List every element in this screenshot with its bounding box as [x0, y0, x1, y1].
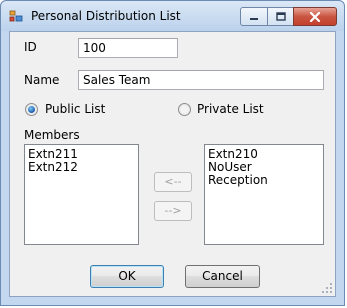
move-left-button[interactable]: <-- [154, 172, 192, 192]
members-list[interactable]: Extn211 Extn212 [24, 144, 139, 245]
list-item[interactable]: Reception [208, 174, 323, 187]
distribution-list-icon [9, 10, 23, 22]
minimize-icon [250, 17, 258, 20]
close-button[interactable] [293, 7, 337, 26]
list-item[interactable]: Extn212 [28, 161, 138, 174]
move-right-button[interactable]: --> [154, 201, 192, 221]
window-title: Personal Distribution List [31, 9, 181, 23]
title-bar[interactable]: Personal Distribution List [1, 1, 344, 31]
id-label: ID [24, 40, 37, 54]
dialog-client-area: ID 100 Name Sales Team Public List Priva… [9, 31, 336, 297]
private-list-radio[interactable]: Private List [177, 102, 297, 118]
name-label: Name [24, 73, 60, 87]
size-grip-icon[interactable] [321, 282, 333, 294]
id-field[interactable]: 100 [78, 38, 178, 58]
name-field[interactable]: Sales Team [78, 70, 324, 90]
private-list-label: Private List [197, 102, 264, 116]
close-icon [309, 11, 321, 22]
minimize-button[interactable] [240, 7, 268, 26]
maximize-button[interactable] [267, 7, 294, 26]
ok-button[interactable]: OK [90, 265, 164, 288]
members-label: Members [24, 128, 80, 142]
public-list-label: Public List [45, 102, 106, 116]
dialog-window: Personal Distribution List ID 100 Name S… [0, 0, 345, 306]
radio-selected-indicator [25, 103, 38, 116]
public-list-radio[interactable]: Public List [24, 102, 154, 118]
maximize-icon [275, 12, 286, 21]
radio-unselected-indicator [178, 103, 191, 116]
cancel-button[interactable]: Cancel [185, 265, 260, 288]
available-list[interactable]: Extn210 NoUser Reception [204, 144, 324, 245]
